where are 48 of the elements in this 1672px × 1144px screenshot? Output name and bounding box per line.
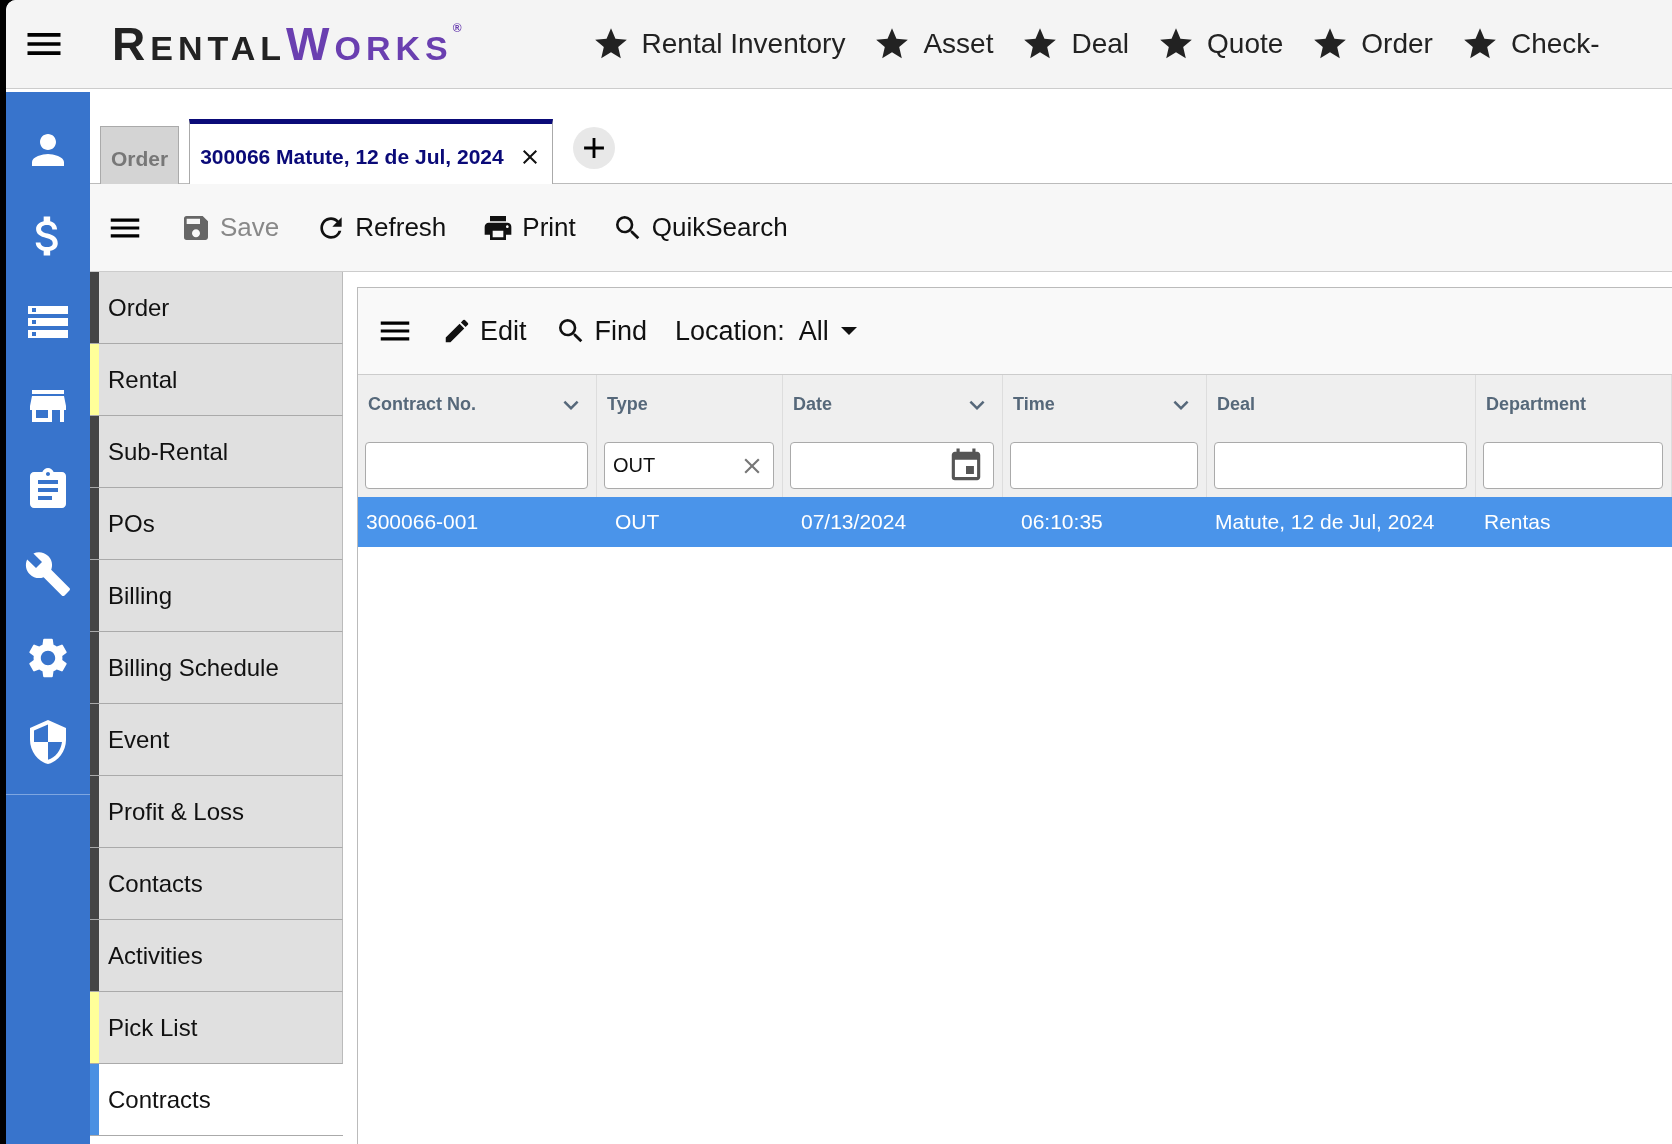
- column-header[interactable]: Date: [783, 375, 1003, 434]
- table-cell-text: OUT: [614, 509, 661, 535]
- favorite-link[interactable]: Asset: [873, 25, 994, 63]
- tab[interactable]: 300066 Matute, 12 de Jul, 2024: [189, 119, 553, 184]
- find-button[interactable]: Find: [554, 315, 648, 347]
- logo: RENTALWORKS®: [112, 17, 462, 71]
- table-cell-text: Matute, 12 de Jul, 2024: [1214, 509, 1436, 535]
- nav-item[interactable]: Rental: [90, 344, 343, 416]
- nav-item[interactable]: Activities: [90, 920, 343, 992]
- filter-field[interactable]: [1010, 442, 1198, 489]
- toolbar-button[interactable]: Print: [482, 211, 576, 244]
- favorite-link[interactable]: Deal: [1021, 25, 1130, 63]
- nav-item[interactable]: Billing: [90, 560, 343, 632]
- column-header[interactable]: Type: [597, 375, 783, 434]
- nav-item[interactable]: Event: [90, 704, 343, 776]
- favorite-link[interactable]: Rental Inventory: [591, 25, 846, 63]
- nav-item[interactable]: POs: [90, 488, 343, 560]
- nav-item[interactable]: Sub-Rental: [90, 416, 343, 488]
- table-cell-text: 06:10:35: [1020, 509, 1104, 535]
- favorite-link[interactable]: Check-: [1460, 25, 1600, 63]
- filter-field[interactable]: [790, 442, 994, 489]
- wrench-icon[interactable]: [24, 550, 72, 598]
- filter-field[interactable]: [1214, 442, 1467, 489]
- location-dropdown[interactable]: All: [798, 315, 857, 347]
- favorite-link[interactable]: Order: [1311, 25, 1433, 63]
- add-tab-button[interactable]: [572, 127, 615, 169]
- caret-icon: [840, 327, 857, 335]
- table-cell-text: Rentas: [1483, 509, 1552, 535]
- toolbar-button[interactable]: Refresh: [315, 211, 447, 244]
- filter-field[interactable]: [365, 442, 588, 489]
- nav-item[interactable]: Billing Schedule: [90, 632, 343, 704]
- edit-button[interactable]: Edit: [442, 315, 527, 347]
- filter-field[interactable]: [1483, 442, 1663, 489]
- nav-item[interactable]: Contracts: [90, 1064, 343, 1136]
- nav-item[interactable]: Profit & Loss: [90, 776, 343, 848]
- nav-item[interactable]: Order: [90, 272, 343, 344]
- favorite-link[interactable]: Quote: [1157, 25, 1284, 63]
- column-header[interactable]: Department: [1476, 375, 1672, 434]
- column-header[interactable]: Contract No.: [358, 375, 597, 434]
- filter-field[interactable]: OUT: [604, 442, 774, 489]
- location-label: Location:: [675, 315, 785, 347]
- column-header[interactable]: Deal: [1207, 375, 1476, 434]
- column-header[interactable]: Time: [1003, 375, 1207, 434]
- table-cell-text: 300066-001: [365, 509, 480, 535]
- table-cell-text: 07/13/2024: [800, 509, 908, 535]
- nav-item[interactable]: Contacts: [90, 848, 343, 920]
- nav-item[interactable]: Pick List: [90, 992, 343, 1064]
- toolbar-button[interactable]: QuikSearch: [611, 211, 788, 244]
